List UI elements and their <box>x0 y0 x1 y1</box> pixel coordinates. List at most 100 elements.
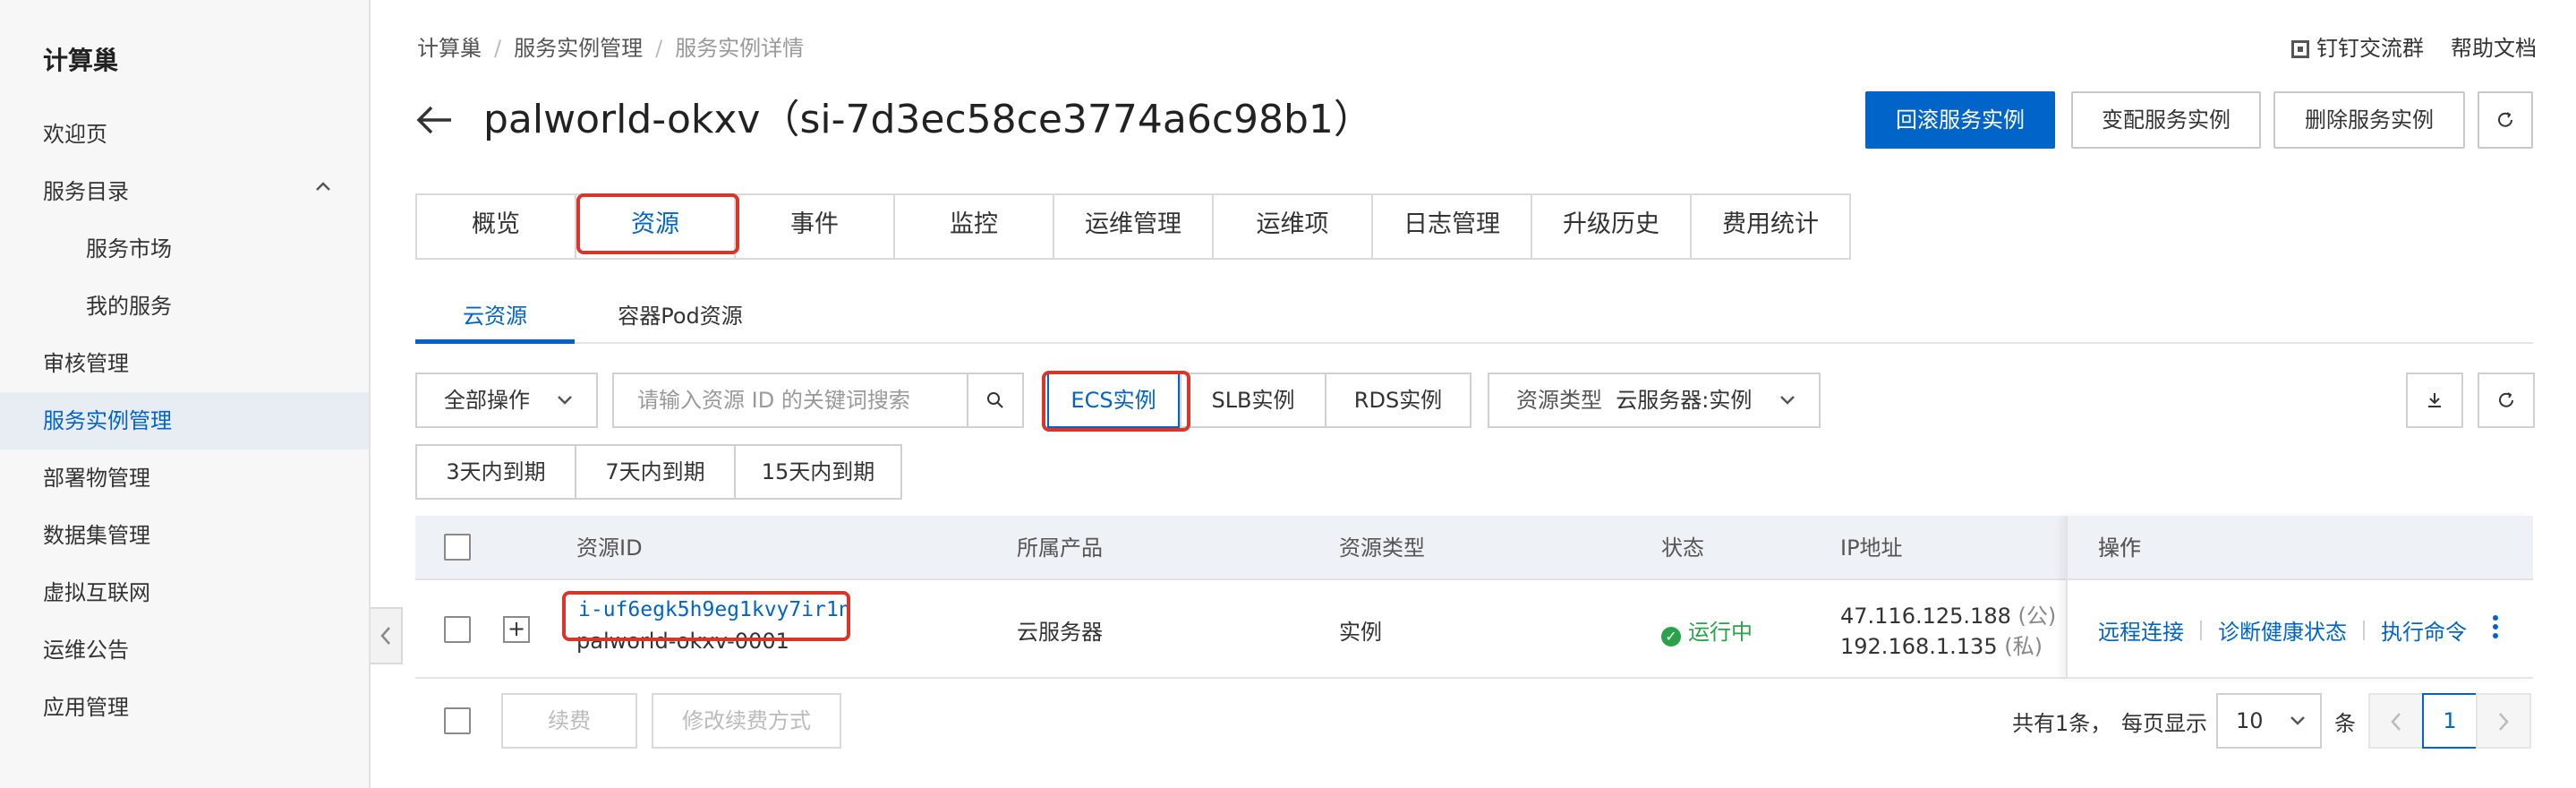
filter-expire-7d[interactable]: 7天内到期 <box>575 444 736 500</box>
sidebar-item-label: 服务目录 <box>43 179 129 204</box>
column-product: 所属产品 <box>1017 535 1103 561</box>
page-title: palworld-okxv（si-7d3ec58ce3774a6c98b1） <box>483 97 1373 142</box>
filter-slb-instances[interactable]: SLB实例 <box>1180 373 1326 428</box>
row-actions: 远程连接 诊断健康状态 执行命令 <box>2098 614 2467 646</box>
page-size-select[interactable]: 10 <box>2216 693 2322 749</box>
footer-select-all-checkbox[interactable] <box>444 707 471 734</box>
breadcrumb-separator: / <box>494 36 502 61</box>
product-cell: 云服务器 <box>1017 620 1103 645</box>
tab-cost-statistics[interactable]: 费用统计 <box>1692 195 1851 258</box>
sidebar: 计算巢 欢迎页 服务目录 服务市场 我的服务 审核管理 服务实例管理 部署物管理… <box>0 0 371 788</box>
subtab-cloud-resources[interactable]: 云资源 <box>415 294 575 344</box>
sidebar-item-app-management[interactable]: 应用管理 <box>0 679 369 736</box>
private-ip: 192.168.1.135 (私) <box>1840 629 2043 660</box>
dingtalk-link[interactable]: 钉钉交流群 <box>2291 30 2424 62</box>
row-expand-button[interactable]: + <box>503 616 530 643</box>
breadcrumb-item-compute-nest[interactable]: 计算巢 <box>417 30 482 62</box>
resource-type-label: 资源类型 <box>1516 388 1602 413</box>
tab-log-management[interactable]: 日志管理 <box>1373 195 1532 258</box>
page-number-button[interactable]: 1 <box>2422 693 2478 749</box>
chevron-right-icon <box>2499 713 2509 731</box>
resource-name: palworld-okxv-0001 <box>576 629 789 654</box>
main-tabs: 概览 资源 事件 监控 运维管理 运维项 日志管理 升级历史 费用统计 <box>415 193 1851 260</box>
filter-ecs-instances[interactable]: ECS实例 <box>1047 373 1180 428</box>
breadcrumb: 计算巢 / 服务实例管理 / 服务实例详情 <box>417 30 804 62</box>
column-ip-address: IP地址 <box>1840 535 1903 561</box>
modify-renew-button[interactable]: 修改续费方式 <box>652 693 841 749</box>
download-button[interactable] <box>2406 373 2463 428</box>
search-input[interactable] <box>614 374 967 426</box>
breadcrumb-item-service-instances[interactable]: 服务实例管理 <box>514 30 643 62</box>
resource-type-dropdown[interactable]: 资源类型 云服务器:实例 <box>1488 373 1821 428</box>
chevron-down-icon <box>2288 695 2307 747</box>
tab-ops-management[interactable]: 运维管理 <box>1054 195 1214 258</box>
refresh-icon <box>2498 112 2512 127</box>
sidebar-item-my-services[interactable]: 我的服务 <box>0 278 369 335</box>
status-cell: ✓ 运行中 <box>1661 614 1753 647</box>
table-refresh-button[interactable] <box>2478 373 2535 428</box>
subtab-pod-resources[interactable]: 容器Pod资源 <box>591 294 770 344</box>
chevron-up-icon <box>313 163 333 220</box>
per-page-unit: 条 <box>2334 711 2356 736</box>
qr-code-icon <box>2291 40 2309 58</box>
sidebar-item-datasets[interactable]: 数据集管理 <box>0 507 369 564</box>
tab-overview[interactable]: 概览 <box>417 195 576 258</box>
resource-search <box>612 373 1024 428</box>
tab-resources[interactable]: 资源 <box>576 195 736 258</box>
filter-rds-instances[interactable]: RDS实例 <box>1325 373 1471 428</box>
rollback-instance-button[interactable]: 回滚服务实例 <box>1865 91 2055 149</box>
sidebar-item-virtual-network[interactable]: 虚拟互联网 <box>0 564 369 621</box>
resource-type-cell: 实例 <box>1339 620 1382 645</box>
back-arrow-icon[interactable] <box>415 95 455 158</box>
filter-expire-15d[interactable]: 15天内到期 <box>734 444 902 500</box>
tab-monitoring[interactable]: 监控 <box>895 195 1054 258</box>
more-actions-icon[interactable] <box>2492 614 2499 646</box>
private-ip-value: 192.168.1.135 <box>1840 634 1998 659</box>
search-button[interactable] <box>967 374 1022 426</box>
sidebar-item-service-instances[interactable]: 服务实例管理 <box>0 392 369 450</box>
status-label: 运行中 <box>1688 620 1753 645</box>
dingtalk-label: 钉钉交流群 <box>2316 36 2424 61</box>
chevron-down-icon <box>555 374 575 426</box>
column-actions-header: 操作 <box>2098 535 2141 561</box>
sidebar-collapse-handle[interactable] <box>371 607 403 664</box>
private-ip-tag: (私) <box>2004 634 2043 659</box>
bulk-actions-label: 全部操作 <box>444 388 530 413</box>
total-count: 共有1条， <box>2012 711 2112 736</box>
sidebar-item-service-catalog[interactable]: 服务目录 <box>0 163 369 220</box>
breadcrumb-separator: / <box>655 36 663 61</box>
search-icon <box>987 392 1003 408</box>
remote-connect-link[interactable]: 远程连接 <box>2098 614 2184 646</box>
prev-page-button[interactable] <box>2368 693 2424 749</box>
sidebar-item-deployables[interactable]: 部署物管理 <box>0 450 369 507</box>
sub-tabs: 云资源 容器Pod资源 <box>415 294 2533 344</box>
resource-id-link[interactable]: i-uf6egk5h9eg1kvy7ir1n <box>578 598 851 621</box>
sidebar-item-ops-notice[interactable]: 运维公告 <box>0 621 369 679</box>
breadcrumb-item-current: 服务实例详情 <box>675 36 805 61</box>
row-checkbox[interactable] <box>444 616 471 643</box>
filter-expire-3d[interactable]: 3天内到期 <box>415 444 576 500</box>
download-icon <box>2428 393 2441 407</box>
public-ip-tag: (公) <box>2017 604 2057 629</box>
sidebar-brand: 计算巢 <box>43 46 119 75</box>
top-links: 钉钉交流群 帮助文档 <box>2291 30 2537 62</box>
run-command-link[interactable]: 执行命令 <box>2381 614 2467 646</box>
column-resource-id: 资源ID <box>576 535 643 561</box>
tab-ops-items[interactable]: 运维项 <box>1214 195 1373 258</box>
tab-upgrade-history[interactable]: 升级历史 <box>1532 195 1692 258</box>
check-circle-icon: ✓ <box>1661 627 1681 647</box>
renew-button[interactable]: 续费 <box>501 693 637 749</box>
change-instance-button[interactable]: 变配服务实例 <box>2071 91 2261 149</box>
select-all-checkbox[interactable] <box>444 534 471 561</box>
sidebar-item-welcome[interactable]: 欢迎页 <box>0 106 369 163</box>
per-page-label: 每页显示 <box>2121 711 2207 736</box>
help-docs-link[interactable]: 帮助文档 <box>2451 30 2537 62</box>
tab-events[interactable]: 事件 <box>736 195 895 258</box>
bulk-actions-dropdown[interactable]: 全部操作 <box>415 373 598 428</box>
next-page-button[interactable] <box>2476 693 2531 749</box>
refresh-button[interactable] <box>2478 91 2533 149</box>
diagnose-health-link[interactable]: 诊断健康状态 <box>2218 614 2347 646</box>
delete-instance-button[interactable]: 删除服务实例 <box>2273 91 2465 149</box>
sidebar-item-review[interactable]: 审核管理 <box>0 335 369 392</box>
sidebar-item-service-market[interactable]: 服务市场 <box>0 220 369 278</box>
